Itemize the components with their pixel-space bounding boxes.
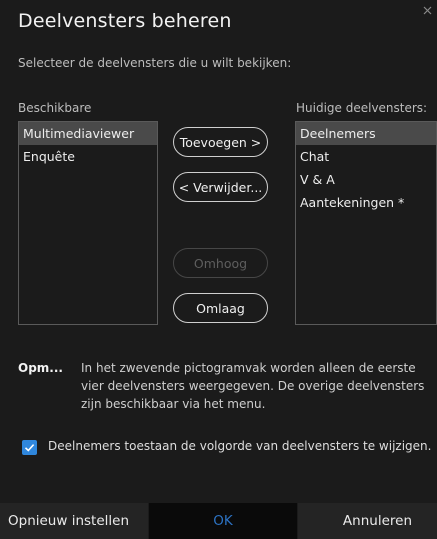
dialog-title: Deelvensters beheren <box>18 10 232 32</box>
current-panels-list[interactable]: Deelnemers Chat V & A Aantekeningen * <box>295 121 437 325</box>
cancel-button[interactable]: Annuleren <box>298 503 437 539</box>
available-label: Beschikbare <box>18 101 92 115</box>
add-button[interactable]: Toevoegen > <box>173 127 268 157</box>
move-down-button[interactable]: Omlaag <box>173 293 268 323</box>
ok-button[interactable]: OK <box>149 503 297 539</box>
dialog-subtitle: Selecteer de deelvensters die u wilt bek… <box>18 56 292 70</box>
reset-button[interactable]: Opnieuw instellen <box>0 503 148 539</box>
checkmark-icon <box>24 444 35 452</box>
move-up-button[interactable]: Omhoog <box>173 248 268 278</box>
remove-button[interactable]: < Verwijder... <box>173 172 268 202</box>
list-item[interactable]: Multimediaviewer <box>19 122 157 145</box>
list-item[interactable]: Chat <box>296 145 436 168</box>
reorder-checkbox[interactable] <box>22 440 37 455</box>
note-text: In het zwevende pictogramvak worden alle… <box>81 361 425 411</box>
reorder-checkbox-label[interactable]: Deelnemers toestaan de volgorde van deel… <box>48 439 431 453</box>
list-item[interactable]: Deelnemers <box>296 122 436 145</box>
dialog-footer: Opnieuw instellen OK Annuleren <box>0 503 437 539</box>
list-item[interactable]: Enquête <box>19 145 157 168</box>
current-label: Huidige deelvensters: <box>296 101 428 115</box>
available-panels-list[interactable]: Multimediaviewer Enquête <box>18 121 158 325</box>
note-label: Opm... <box>18 361 63 375</box>
manage-panels-dialog: Deelvensters beheren Selecteer de deelve… <box>0 0 437 539</box>
list-item[interactable]: Aantekeningen * <box>296 191 436 214</box>
list-item[interactable]: V & A <box>296 168 436 191</box>
close-icon[interactable] <box>423 6 433 16</box>
